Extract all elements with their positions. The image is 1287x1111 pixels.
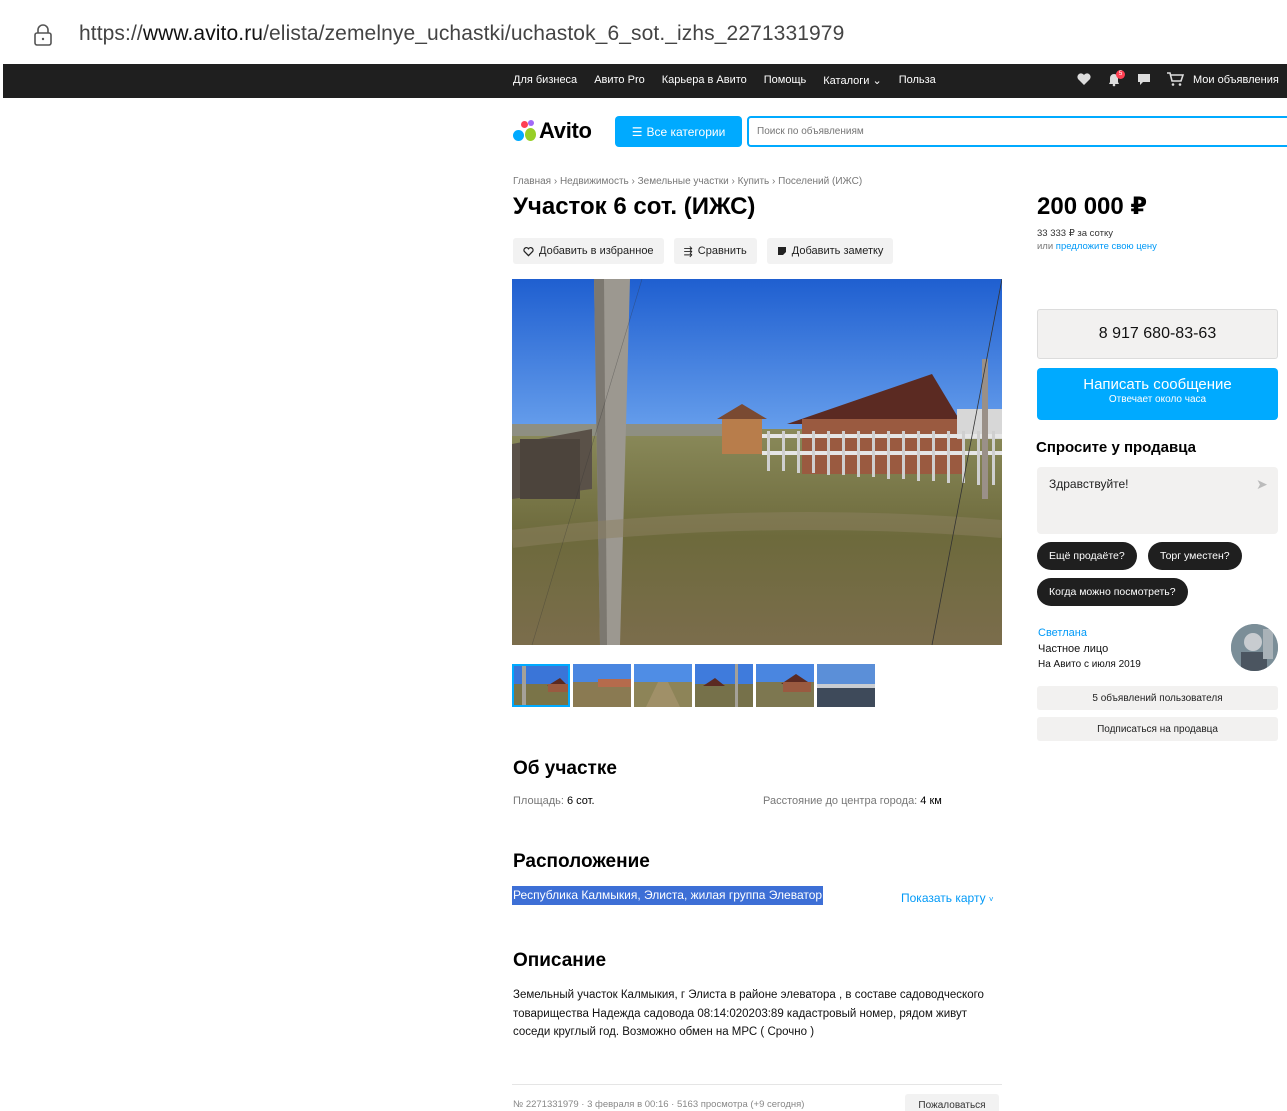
location-section-title: Расположение <box>513 851 650 872</box>
logo-dots-icon <box>512 120 536 142</box>
all-categories-button[interactable]: ☰ Все категории <box>615 116 742 147</box>
send-arrow-icon[interactable]: ➤ <box>1256 476 1268 493</box>
nav-link-career[interactable]: Карьера в Авито <box>662 74 747 87</box>
quick-reply-bargain[interactable]: Торг уместен? <box>1148 542 1242 570</box>
offer-price-link[interactable]: предложите свою цену <box>1056 241 1157 252</box>
quick-reply-when-view[interactable]: Когда можно посмотреть? <box>1037 578 1188 606</box>
write-message-button[interactable]: Написать сообщение Отвечает около часа <box>1037 368 1278 420</box>
notification-badge: 5 <box>1116 70 1125 79</box>
show-map-link[interactable]: Показать карту ˅ <box>901 891 994 905</box>
seller-ads-button[interactable]: 5 объявлений пользователя <box>1037 686 1278 710</box>
avito-logo[interactable]: Avito <box>512 118 592 144</box>
add-to-favorites-button[interactable]: Добавить в избранное <box>513 238 664 264</box>
subscribe-seller-button[interactable]: Подписаться на продавца <box>1037 717 1278 741</box>
seller-type: Частное лицо <box>1038 643 1109 655</box>
listing-actions: Добавить в избранное ⇶ Сравнить Добавить… <box>513 238 894 264</box>
seller-name-link[interactable]: Светлана <box>1038 627 1087 639</box>
param-area: Площадь: 6 сот. <box>513 795 595 807</box>
chevron-down-icon: ˅ <box>988 895 994 904</box>
nav-link-avito-pro[interactable]: Авито Pro <box>594 74 645 87</box>
thumbnail-5[interactable] <box>756 664 814 707</box>
description-text: Земельный участок Калмыкия, г Элиста в р… <box>513 989 984 1038</box>
quick-reply-still-selling[interactable]: Ещё продаёте? <box>1037 542 1137 570</box>
thumbnail-3[interactable] <box>634 664 692 707</box>
phone-button[interactable]: 8 917 680-83-63 <box>1037 309 1278 359</box>
land-plot-photo <box>512 279 1002 645</box>
nav-link-help[interactable]: Помощь <box>764 74 807 87</box>
thumbnail-6[interactable] <box>817 664 875 707</box>
about-section-title: Об участке <box>513 758 617 779</box>
thumbnail-4[interactable] <box>695 664 753 707</box>
price-per-unit: 33 333 ₽ за сотку <box>1037 228 1113 239</box>
divider <box>512 1084 1002 1085</box>
description-section-title: Описание <box>513 950 607 971</box>
main-photo[interactable] <box>512 279 1002 645</box>
seller-since: На Авито с июля 2019 <box>1038 659 1141 670</box>
offer-price: или предложите свою цену <box>1037 241 1157 252</box>
top-navigation: Для бизнеса Авито Pro Карьера в Авито По… <box>3 64 1287 98</box>
compare-button[interactable]: ⇶ Сравнить <box>673 238 757 264</box>
ask-message-input[interactable]: Здравствуйте! <box>1037 467 1278 534</box>
ask-seller-title: Спросите у продавца <box>1036 439 1196 456</box>
listing-meta: № 2271331979 · 3 февраля в 00:16 · 5163 … <box>513 1099 805 1110</box>
thumbnail-1[interactable] <box>512 664 570 707</box>
chat-icon[interactable] <box>1136 71 1152 87</box>
complain-button[interactable]: Пожаловаться <box>905 1094 999 1111</box>
logo-text: Avito <box>539 118 592 143</box>
compare-icon: ⇶ <box>683 245 693 258</box>
lock-icon <box>34 24 52 46</box>
seller-avatar[interactable] <box>1231 624 1278 671</box>
search-input[interactable] <box>747 116 1287 147</box>
price: 200 000 ₽ <box>1037 193 1148 220</box>
menu-search-icon: ☰ <box>631 124 643 139</box>
url-text[interactable]: https://www.avito.ru/elista/zemelnye_uch… <box>79 22 844 46</box>
browser-address-bar[interactable]: https://www.avito.ru/elista/zemelnye_uch… <box>0 0 1287 64</box>
nav-link-benefit[interactable]: Польза <box>899 74 936 87</box>
nav-link-catalogs[interactable]: Каталоги ⌄ <box>823 74 881 87</box>
chevron-down-icon: ⌄ <box>872 75 882 87</box>
nav-link-business[interactable]: Для бизнеса <box>513 74 577 87</box>
param-distance: Расстояние до центра города: 4 км <box>763 795 942 807</box>
heart-icon[interactable] <box>1076 71 1092 87</box>
page-title: Участок 6 сот. (ИЖС) <box>513 193 756 220</box>
add-note-button[interactable]: Добавить заметку <box>766 238 894 264</box>
photo-thumbnails <box>512 664 875 707</box>
heart-outline-icon <box>523 246 534 257</box>
note-icon <box>777 247 786 255</box>
breadcrumb[interactable]: Главная › Недвижимость › Земельные участ… <box>513 176 862 187</box>
thumbnail-2[interactable] <box>573 664 631 707</box>
address-text: Республика Калмыкия, Элиста, жилая групп… <box>512 886 824 905</box>
cart-icon[interactable] <box>1166 71 1184 87</box>
my-ads-link[interactable]: Мои объявления <box>1193 74 1279 86</box>
